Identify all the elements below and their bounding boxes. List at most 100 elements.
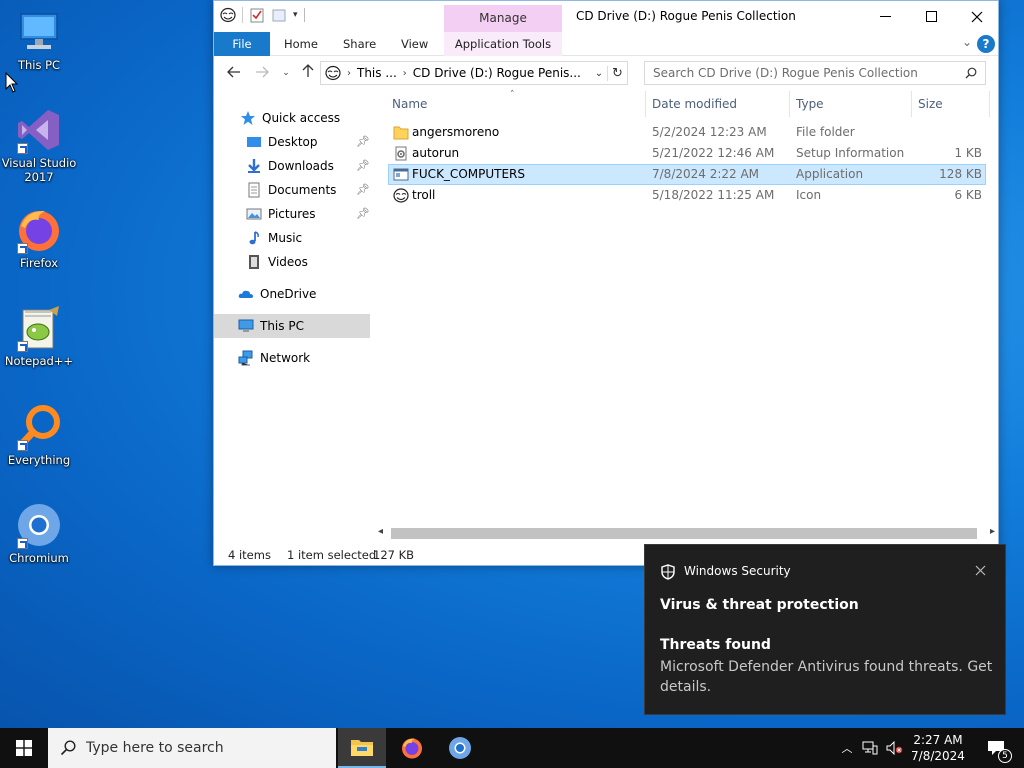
nav-quick-access[interactable]: Quick access bbox=[214, 106, 370, 130]
pin-icon[interactable]: 📌︎ bbox=[356, 159, 370, 172]
help-icon[interactable]: ? bbox=[977, 35, 995, 53]
nav-downloads[interactable]: Downloads 📌︎ bbox=[214, 154, 370, 178]
search-icon bbox=[60, 740, 76, 756]
taskbar-search-input[interactable]: Type here to search bbox=[86, 740, 224, 756]
system-tray: ︿ bbox=[838, 728, 904, 768]
nav-label: Desktop bbox=[268, 135, 318, 149]
desktop-icon-notepad-plus-plus[interactable]: Notepad++ bbox=[0, 304, 78, 368]
title-bar: ▾ Manage CD Drive (D:) Rogue Penis Colle… bbox=[214, 1, 998, 32]
tab-home[interactable]: Home bbox=[274, 32, 328, 56]
nav-label: Quick access bbox=[262, 111, 341, 125]
nav-label: Videos bbox=[268, 255, 308, 269]
file-row-angersmoreno[interactable]: angersmoreno 5/2/2024 12:23 AM File fold… bbox=[388, 122, 986, 143]
breadcrumb-chevron-icon[interactable]: › bbox=[347, 68, 351, 79]
breadcrumb-cd-drive[interactable]: CD Drive (D:) Rogue Penis... bbox=[413, 66, 591, 80]
taskbar-file-explorer-button[interactable] bbox=[338, 728, 386, 768]
file-row-fuck-computers[interactable]: FUCK_COMPUTERS 7/8/2024 2:22 AM Applicat… bbox=[388, 164, 986, 185]
desktop-icon-label: Notepad++ bbox=[4, 354, 74, 368]
nav-network[interactable]: Network bbox=[214, 346, 370, 370]
nav-videos[interactable]: Videos bbox=[214, 250, 370, 274]
computer-icon bbox=[238, 319, 254, 332]
refresh-icon[interactable]: ↻ bbox=[607, 65, 627, 81]
pin-icon[interactable]: 📌︎ bbox=[356, 183, 370, 196]
clock[interactable]: 2:27 AM 7/8/2024 bbox=[908, 728, 968, 768]
search-input[interactable]: Search CD Drive (D:) Rogue Penis Collect… bbox=[653, 66, 965, 80]
desktop-icon-label: Chromium bbox=[9, 551, 69, 565]
nav-this-pc[interactable]: This PC bbox=[214, 314, 370, 338]
close-icon[interactable] bbox=[975, 565, 986, 576]
search-icon[interactable] bbox=[965, 67, 977, 79]
scroll-right-arrow-icon[interactable]: ▸ bbox=[990, 526, 995, 537]
clock-time: 2:27 AM bbox=[913, 733, 963, 747]
tab-application-tools[interactable]: Application Tools bbox=[444, 32, 562, 56]
notification-title: Threats found bbox=[660, 637, 771, 653]
column-header-size[interactable]: Size bbox=[914, 91, 990, 117]
start-button[interactable] bbox=[0, 728, 48, 768]
scroll-left-arrow-icon[interactable]: ◂ bbox=[378, 526, 383, 537]
back-button[interactable] bbox=[224, 63, 244, 83]
maximize-icon bbox=[925, 11, 937, 22]
desktop-icon-this-pc[interactable]: This PC bbox=[0, 8, 78, 72]
nav-music[interactable]: Music bbox=[214, 226, 370, 250]
shortcut-arrow-icon bbox=[17, 243, 28, 254]
tab-view[interactable]: View bbox=[391, 32, 438, 56]
breadcrumb-this-pc[interactable]: This ... bbox=[357, 66, 397, 80]
close-button[interactable] bbox=[954, 1, 998, 32]
up-button[interactable] bbox=[298, 63, 318, 83]
address-bar[interactable]: › This ... › CD Drive (D:) Rogue Penis..… bbox=[320, 61, 628, 85]
desktop-icon-visual-studio[interactable]: Visual Studio 2017 bbox=[0, 106, 78, 184]
breadcrumb-chevron-icon[interactable]: › bbox=[403, 68, 407, 79]
show-hidden-icons-chevron-icon[interactable]: ︿ bbox=[838, 740, 856, 756]
pin-icon[interactable]: 📌︎ bbox=[356, 135, 370, 148]
pictures-icon bbox=[246, 208, 262, 220]
nav-onedrive[interactable]: OneDrive bbox=[214, 282, 370, 306]
desktop-icon-everything[interactable]: Everything bbox=[0, 403, 78, 467]
tab-file[interactable]: File bbox=[214, 32, 270, 56]
file-type: Icon bbox=[796, 188, 822, 202]
taskbar-firefox-button[interactable] bbox=[388, 728, 436, 768]
status-selected-count: 1 item selected bbox=[287, 548, 377, 562]
minimize-button[interactable] bbox=[862, 1, 908, 32]
nav-pictures[interactable]: Pictures 📌︎ bbox=[214, 202, 370, 226]
properties-icon[interactable] bbox=[249, 7, 265, 23]
action-center-button[interactable]: 5 bbox=[978, 728, 1014, 768]
recent-locations-chevron-icon[interactable]: ⌄ bbox=[276, 63, 296, 83]
nav-documents[interactable]: Documents 📌︎ bbox=[214, 178, 370, 202]
column-header-type[interactable]: Type bbox=[792, 91, 912, 117]
minimize-icon bbox=[879, 16, 891, 17]
file-name: troll bbox=[412, 188, 436, 202]
desktop-icon-chromium[interactable]: Chromium bbox=[0, 501, 78, 565]
scrollbar-thumb[interactable] bbox=[391, 528, 977, 539]
forward-button[interactable] bbox=[252, 63, 272, 83]
address-dropdown-chevron-icon[interactable]: ⌄ bbox=[591, 68, 607, 79]
shortcut-arrow-icon bbox=[17, 341, 28, 352]
tab-manage[interactable]: Manage bbox=[444, 5, 562, 32]
maximize-button[interactable] bbox=[908, 1, 954, 32]
troll-face-icon[interactable] bbox=[220, 7, 236, 23]
nav-desktop[interactable]: Desktop 📌︎ bbox=[214, 130, 370, 154]
tab-share[interactable]: Share bbox=[333, 32, 386, 56]
file-date: 5/21/2022 12:46 AM bbox=[652, 146, 775, 160]
separator bbox=[303, 8, 305, 22]
pin-icon[interactable]: 📌︎ bbox=[356, 207, 370, 220]
taskbar-search-box[interactable]: Type here to search bbox=[48, 728, 336, 768]
file-row-troll[interactable]: troll 5/18/2022 11:25 AM Icon 6 KB bbox=[388, 185, 986, 206]
network-icon[interactable] bbox=[862, 741, 878, 755]
column-header-name[interactable]: Name ˄ bbox=[388, 90, 646, 117]
volume-muted-icon[interactable] bbox=[886, 741, 904, 755]
file-size: 1 KB bbox=[954, 146, 982, 160]
column-header-date-modified[interactable]: Date modified bbox=[648, 91, 790, 117]
taskbar-chromium-button[interactable] bbox=[436, 728, 484, 768]
customize-quick-access-chevron-icon[interactable]: ▾ bbox=[293, 10, 298, 20]
desktop-icon-firefox[interactable]: Firefox bbox=[0, 206, 78, 270]
file-row-autorun[interactable]: autorun 5/21/2022 12:46 AM Setup Informa… bbox=[388, 143, 986, 164]
windows-security-notification[interactable]: Windows Security Virus & threat protecti… bbox=[644, 544, 1006, 715]
search-box[interactable]: Search CD Drive (D:) Rogue Penis Collect… bbox=[644, 61, 986, 85]
horizontal-scrollbar[interactable]: ◂ ▸ bbox=[375, 525, 998, 542]
quick-access-toolbar: ▾ bbox=[220, 7, 305, 23]
ribbon-tabs: File Home Share View Application Tools ⌄… bbox=[214, 32, 998, 56]
forward-arrow-icon bbox=[256, 66, 269, 78]
new-folder-icon[interactable] bbox=[271, 7, 287, 23]
expand-ribbon-chevron-icon[interactable]: ⌄ bbox=[962, 35, 972, 49]
status-item-count: 4 items bbox=[228, 548, 271, 562]
